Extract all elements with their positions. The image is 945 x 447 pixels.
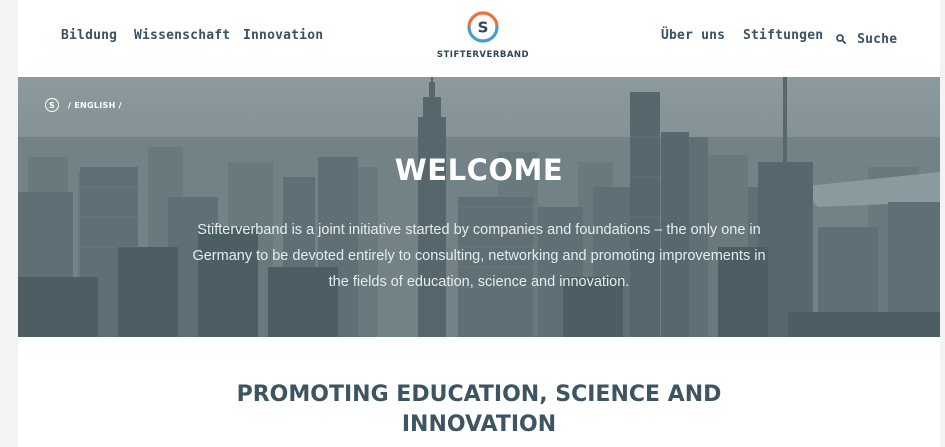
hero-title: WELCOME	[394, 153, 564, 187]
nav-innovation[interactable]: Innovation	[243, 28, 323, 43]
logo-mark-icon: S	[467, 11, 499, 43]
search-button[interactable]: Suche	[836, 28, 897, 47]
logo-wordmark: STIFTERVERBAND	[436, 50, 530, 60]
hero-description: Stifterverband is a joint initiative sta…	[192, 222, 766, 290]
section-title: PROMOTING EDUCATION, SCIENCE AND INNOVAT…	[236, 382, 722, 437]
nav-bildung[interactable]: Bildung	[61, 28, 117, 43]
nav-ueber-uns[interactable]: Über uns	[661, 28, 725, 43]
search-icon	[836, 33, 846, 44]
nav-stiftungen[interactable]: Stiftungen	[743, 28, 823, 43]
breadcrumb: S / ENGLISH /	[45, 98, 125, 112]
nav-wissenschaft[interactable]: Wissenschaft	[134, 28, 230, 43]
breadcrumb-current: ENGLISH	[74, 100, 116, 110]
search-label: Suche	[857, 32, 898, 47]
logo-letter: S	[478, 19, 489, 37]
hero-overlay	[18, 77, 940, 337]
site-header: Bildung Wissenschaft Innovation S STIFTE…	[18, 0, 940, 77]
stifterverband-logo[interactable]: S STIFTERVERBAND	[423, 10, 543, 66]
breadcrumb-separator: /	[68, 100, 72, 110]
hero-banner: S / ENGLISH / WELCOME Stifterverband is …	[18, 77, 940, 337]
page: Bildung Wissenschaft Innovation S STIFTE…	[18, 0, 940, 447]
breadcrumb-separator: /	[118, 100, 122, 110]
breadcrumb-home-icon[interactable]: S	[45, 98, 59, 112]
